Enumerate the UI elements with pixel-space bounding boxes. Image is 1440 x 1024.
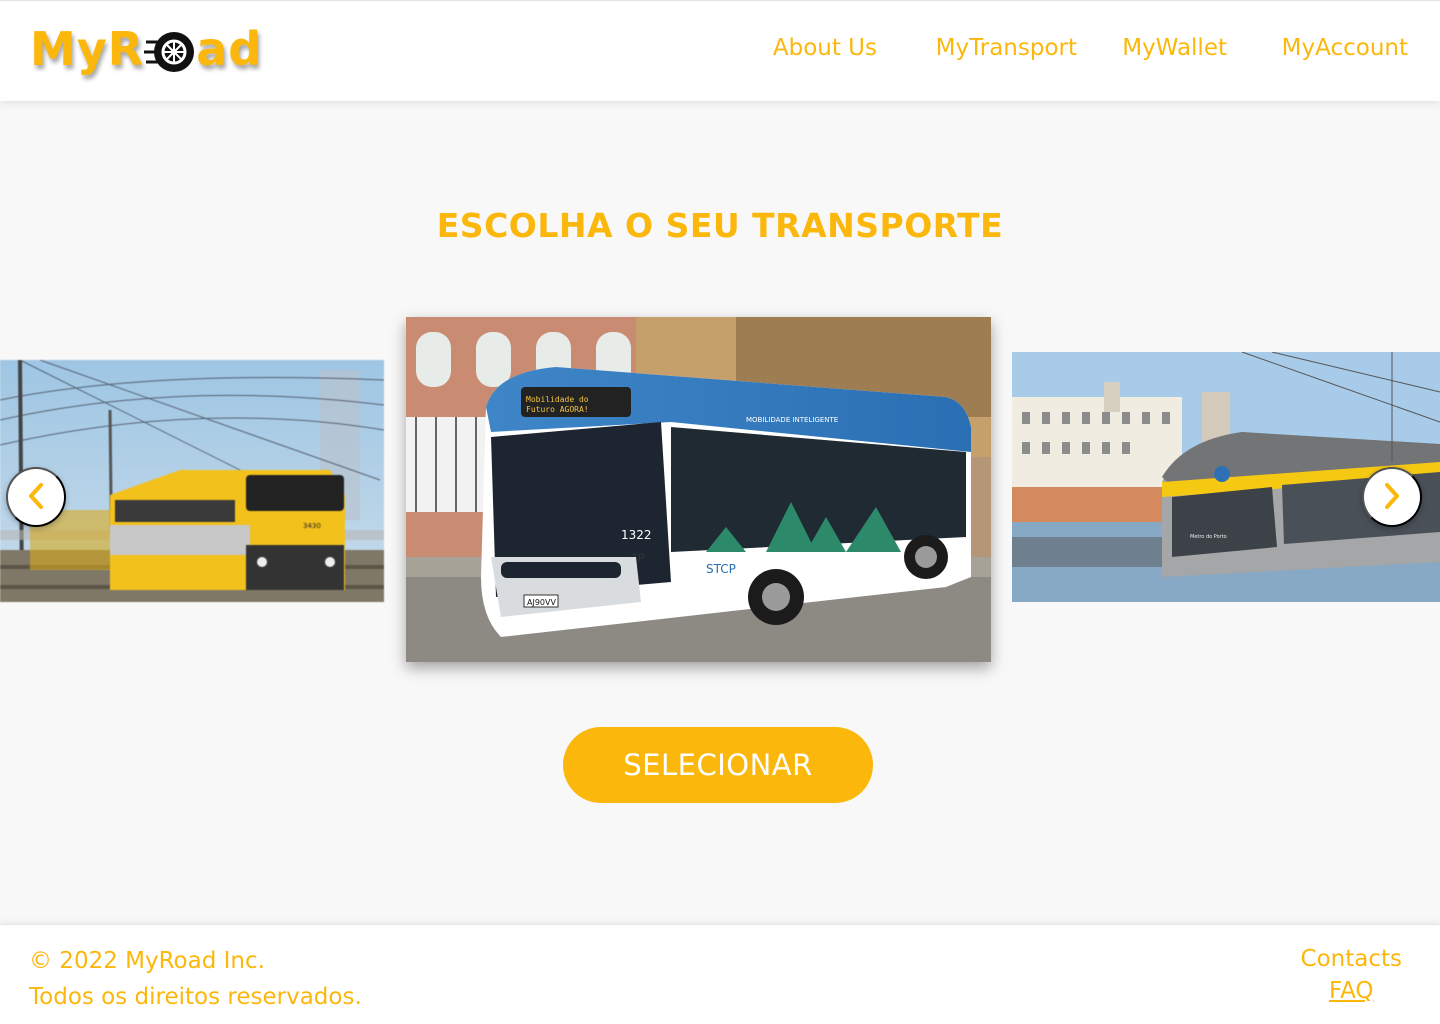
bus-destination-line1: Mobilidade do: [526, 395, 589, 404]
nav-mytransport[interactable]: MyTransport: [936, 35, 1077, 61]
copyright-text: © 2022 MyRoad Inc.: [29, 948, 265, 974]
chevron-right-icon: [1382, 482, 1402, 513]
select-button[interactable]: SELECIONAR: [563, 727, 873, 803]
site-footer: © 2022 MyRoad Inc. Todos os direitos res…: [0, 924, 1440, 1024]
rights-text: Todos os direitos reservados.: [29, 984, 362, 1010]
site-header: MyR ad About Us MyTransport MyWallet MyA…: [0, 0, 1440, 101]
nav-mywallet[interactable]: MyWallet: [1122, 35, 1227, 61]
chevron-left-icon: [26, 482, 46, 513]
bus-destination-line2: Futuro AGORA!: [526, 405, 589, 414]
nav-about-us[interactable]: About Us: [773, 35, 877, 61]
train-number-label: 3430: [303, 522, 321, 530]
bus-side-text: MOBILIDADE INTELIGENTE: [746, 416, 838, 424]
wheel-icon: [144, 26, 196, 72]
faq-link[interactable]: FAQ: [1301, 975, 1402, 1007]
bus-operator-logo: STCP: [706, 562, 736, 576]
logo-text-right: ad: [196, 22, 263, 76]
bus-license-plate: AJ90VV: [527, 598, 556, 607]
nav-myaccount[interactable]: MyAccount: [1282, 35, 1408, 61]
page-title: ESCOLHA O SEU TRANSPORTE: [436, 206, 1004, 245]
copyright-block: © 2022 MyRoad Inc. Todos os direitos res…: [29, 943, 362, 1015]
myroad-logo[interactable]: MyR ad: [30, 19, 262, 79]
footer-links: Contacts FAQ: [1301, 943, 1402, 1007]
contacts-link[interactable]: Contacts: [1301, 943, 1402, 975]
bus-fleet-number: 1322: [621, 528, 652, 542]
carousel-slide-bus[interactable]: Mobilidade do Futuro AGORA! MOBILIDADE I…: [406, 317, 991, 662]
carousel-prev-button[interactable]: [6, 467, 66, 527]
metro-side-text: Metro do Porto: [1190, 534, 1227, 540]
logo-text-left: MyR: [30, 22, 145, 76]
carousel-next-button[interactable]: [1362, 467, 1422, 527]
